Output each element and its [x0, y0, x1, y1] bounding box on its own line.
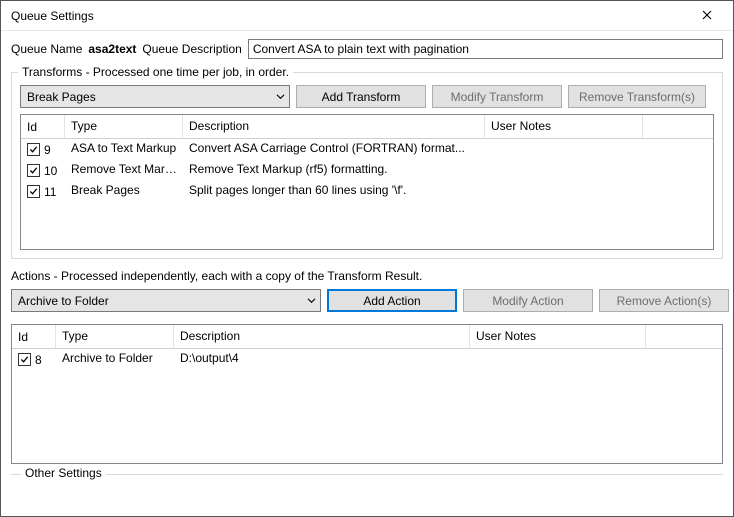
row-checkbox[interactable]	[18, 353, 31, 366]
queue-name-value: asa2text	[88, 42, 136, 56]
col-id[interactable]: Id	[12, 325, 56, 349]
action-type-combo-value: Archive to Folder	[18, 294, 109, 308]
modify-action-button[interactable]: Modify Action	[463, 289, 593, 312]
row-desc: D:\output\4	[174, 349, 470, 370]
actions-grid-header: Id Type Description User Notes	[12, 325, 722, 349]
row-type: Archive to Folder	[56, 349, 174, 370]
other-settings-group: Other Settings	[11, 474, 723, 488]
add-transform-button[interactable]: Add Transform	[296, 85, 426, 108]
queue-desc-input[interactable]	[248, 39, 723, 59]
remove-action-button[interactable]: Remove Action(s)	[599, 289, 729, 312]
transform-type-combo-value: Break Pages	[27, 90, 96, 104]
table-row[interactable]: 10 Remove Text Mark... Remove Text Marku…	[21, 160, 713, 181]
col-spacer	[646, 325, 722, 349]
remove-transform-button[interactable]: Remove Transform(s)	[568, 85, 706, 108]
transform-type-combo[interactable]: Break Pages	[20, 85, 290, 108]
row-type: Remove Text Mark...	[65, 160, 183, 181]
table-row[interactable]: 8 Archive to Folder D:\output\4	[12, 349, 722, 370]
row-id: 9	[44, 143, 51, 157]
transforms-grid-body: 9 ASA to Text Markup Convert ASA Carriag…	[21, 139, 713, 249]
row-notes	[485, 181, 643, 202]
col-spacer	[643, 115, 713, 139]
row-notes	[485, 160, 643, 181]
close-icon	[702, 9, 712, 23]
row-checkbox[interactable]	[27, 143, 40, 156]
transforms-legend: Transforms - Processed one time per job,…	[18, 65, 293, 79]
other-settings-legend: Other Settings	[21, 466, 106, 480]
actions-grid[interactable]: Id Type Description User Notes 8 Archive…	[11, 324, 723, 464]
row-type: Break Pages	[65, 181, 183, 202]
row-id: 8	[35, 353, 42, 367]
actions-grid-body: 8 Archive to Folder D:\output\4	[12, 349, 722, 463]
actions-toolbar: Archive to Folder Add Action Modify Acti…	[11, 289, 723, 312]
actions-legend: Actions - Processed independently, each …	[11, 269, 723, 283]
col-desc[interactable]: Description	[174, 325, 470, 349]
row-notes	[485, 139, 643, 160]
transforms-group: Transforms - Processed one time per job,…	[11, 65, 723, 259]
row-desc: Split pages longer than 60 lines using '…	[183, 181, 485, 202]
row-notes	[470, 349, 646, 370]
col-id[interactable]: Id	[21, 115, 65, 139]
col-notes[interactable]: User Notes	[470, 325, 646, 349]
col-desc[interactable]: Description	[183, 115, 485, 139]
col-type[interactable]: Type	[56, 325, 174, 349]
table-row[interactable]: 11 Break Pages Split pages longer than 6…	[21, 181, 713, 202]
chevron-down-icon	[276, 92, 285, 101]
queue-header-row: Queue Name asa2text Queue Description	[11, 39, 723, 59]
table-row[interactable]: 9 ASA to Text Markup Convert ASA Carriag…	[21, 139, 713, 160]
row-id: 10	[44, 164, 57, 178]
modify-transform-button[interactable]: Modify Transform	[432, 85, 562, 108]
col-notes[interactable]: User Notes	[485, 115, 643, 139]
row-checkbox[interactable]	[27, 164, 40, 177]
row-desc: Convert ASA Carriage Control (FORTRAN) f…	[183, 139, 485, 160]
action-type-combo[interactable]: Archive to Folder	[11, 289, 321, 312]
add-action-button[interactable]: Add Action	[327, 289, 457, 312]
transforms-toolbar: Break Pages Add Transform Modify Transfo…	[20, 85, 714, 108]
chevron-down-icon	[307, 296, 316, 305]
queue-desc-label: Queue Description	[142, 42, 241, 56]
titlebar: Queue Settings	[1, 1, 733, 31]
transforms-grid-header: Id Type Description User Notes	[21, 115, 713, 139]
window-title: Queue Settings	[11, 9, 94, 23]
col-type[interactable]: Type	[65, 115, 183, 139]
row-checkbox[interactable]	[27, 185, 40, 198]
queue-name-label: Queue Name	[11, 42, 82, 56]
transforms-grid[interactable]: Id Type Description User Notes 9	[20, 114, 714, 250]
close-button[interactable]	[687, 2, 727, 30]
row-type: ASA to Text Markup	[65, 139, 183, 160]
row-id: 11	[44, 185, 56, 199]
row-desc: Remove Text Markup (rf5) formatting.	[183, 160, 485, 181]
window: Queue Settings Queue Name asa2text Queue…	[0, 0, 734, 517]
